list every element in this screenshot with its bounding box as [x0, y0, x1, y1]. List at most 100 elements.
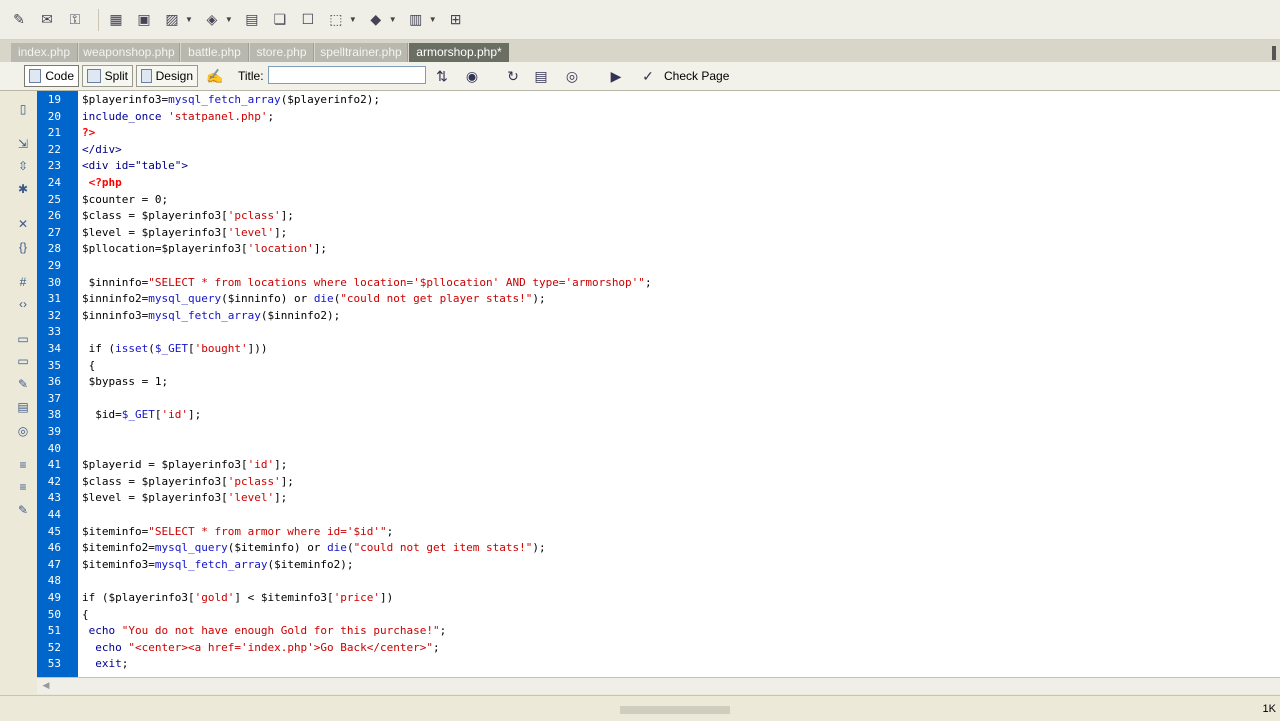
horizontal-scrollbar[interactable]: ◀	[37, 677, 1280, 694]
frame-icon[interactable]: ▣	[133, 9, 155, 31]
code-line: if ($playerinfo3['gold'] < $iteminfo3['p…	[82, 591, 394, 604]
code-editor[interactable]: $playerinfo3=mysql_fetch_array($playerin…	[78, 91, 1280, 677]
collapse-icon[interactable]: ⇲	[14, 136, 32, 152]
widget-icon[interactable]: ◈	[201, 9, 223, 31]
line-number: 22	[47, 142, 61, 156]
code-line: {	[82, 607, 89, 621]
wrap-icon[interactable]: ✕	[14, 216, 32, 232]
validate-icon[interactable]: ▶	[606, 66, 626, 86]
tag-icon[interactable]: ◆	[365, 9, 387, 31]
check-page-button[interactable]: Check Page	[664, 69, 729, 83]
cursor-icon[interactable]: ⬚	[325, 9, 347, 31]
page-icon[interactable]: ▥	[405, 9, 427, 31]
chevron-down-icon[interactable]: ▼	[225, 15, 233, 24]
line-number: 41	[47, 458, 61, 472]
globe-icon[interactable]: ◉	[462, 66, 482, 86]
chevron-down-icon[interactable]: ▼	[349, 15, 357, 24]
code-line: $pllocation=$playerinfo3['location'];	[82, 242, 328, 256]
code-line: </div>	[82, 142, 122, 156]
lock-icon[interactable]: ⚿	[64, 9, 86, 31]
split-icon	[87, 69, 101, 83]
tag-selector	[620, 706, 730, 714]
snippet-icon[interactable]: ▤	[14, 399, 32, 415]
line-number: 24	[47, 176, 61, 189]
calendar-icon[interactable]: ▤	[241, 9, 263, 31]
export-icon[interactable]: ⊞	[445, 9, 467, 31]
split-view-label: Split	[104, 69, 128, 83]
restore-icon[interactable]	[1272, 46, 1276, 60]
code-line: echo "You do not have enough Gold for th…	[88, 624, 447, 638]
pencil-icon[interactable]: ✎	[8, 9, 30, 31]
code-line: <?php	[88, 176, 122, 189]
tab-battle[interactable]: battle.php	[181, 43, 249, 62]
code-line: $iteminfo3=mysql_fetch_array($iteminfo2)…	[82, 557, 354, 571]
code-line: {	[82, 358, 96, 372]
line-number: 32	[47, 308, 61, 322]
line-number: 19	[47, 93, 61, 106]
code-line: if (isset($_GET['bought']))	[82, 342, 268, 355]
line-number: 35	[47, 358, 61, 372]
expand-icon[interactable]: ⇳	[14, 158, 32, 174]
line-number: 26	[47, 209, 61, 223]
line-number: 23	[47, 159, 61, 173]
design-icon	[141, 69, 152, 83]
line-number: 21	[47, 126, 61, 140]
chevron-down-icon[interactable]: ▼	[389, 15, 397, 24]
wrap-tag-icon[interactable]: ✎	[14, 376, 32, 392]
line-number: 45	[47, 524, 61, 538]
chat-icon[interactable]: ☐	[297, 9, 319, 31]
line-number: 39	[47, 425, 61, 438]
tab-spelltrainer[interactable]: spelltrainer.php	[315, 43, 408, 62]
check-page-icon[interactable]: ✓	[638, 66, 658, 86]
comment-icon[interactable]: ▭	[14, 331, 32, 347]
code-line: $inninfo3=mysql_fetch_array($inninfo2);	[82, 308, 341, 322]
main-toolbar: ✎ ✉ ⚿ ▦ ▣ ▨ ▼ ◈ ▼ ▤ ❏ ☐ ⬚ ▼ ◆ ▼ ▥ ▼ ⊞	[0, 0, 1280, 40]
file-icon[interactable]: ▯	[14, 101, 32, 117]
tab-store[interactable]: store.php	[250, 43, 314, 62]
table-icon[interactable]: ▦	[105, 9, 127, 31]
line-number: 51	[47, 624, 61, 638]
code-line: $iteminfo="SELECT * from armor where id=…	[82, 524, 394, 538]
uncomment-icon[interactable]: ▭	[14, 353, 32, 369]
scroll-left-icon[interactable]: ◀	[39, 679, 53, 692]
line-number: 48	[47, 574, 61, 588]
line-number: 38	[47, 408, 61, 422]
line-number: 29	[47, 259, 61, 272]
line-number: 25	[47, 192, 61, 206]
line-number: 47	[47, 557, 61, 571]
transfer-icon[interactable]: ⇅	[432, 66, 452, 86]
tab-armorshop[interactable]: armorshop.php*	[409, 43, 509, 62]
line-number: 27	[47, 225, 61, 239]
chevron-down-icon[interactable]: ▼	[429, 15, 437, 24]
code-line: $counter = 0;	[82, 192, 169, 206]
tab-weaponshop[interactable]: weaponshop.php	[79, 43, 180, 62]
live-view-icon[interactable]: ✍	[205, 66, 225, 86]
visual-aids-icon[interactable]: ◎	[562, 66, 582, 86]
code-view-label: Code	[45, 69, 74, 83]
brace-icon[interactable]: {}	[14, 239, 32, 255]
design-view-button[interactable]: Design	[136, 65, 198, 87]
split-view-button[interactable]: Split	[82, 65, 133, 87]
title-input[interactable]	[268, 66, 426, 84]
refresh-icon[interactable]: ↻	[503, 66, 523, 86]
line-number: 42	[47, 474, 61, 488]
mail-icon[interactable]: ✉	[36, 9, 58, 31]
template-icon[interactable]: ❏	[269, 9, 291, 31]
highlight-icon[interactable]: #	[14, 274, 32, 290]
image-icon[interactable]: ▨	[161, 9, 183, 31]
indent-icon[interactable]: ≡	[14, 457, 32, 473]
view-options-icon[interactable]: ▤	[531, 66, 551, 86]
format-icon[interactable]: ✎	[14, 502, 32, 518]
outdent-icon[interactable]: ≡	[14, 479, 32, 495]
select-icon[interactable]: ✱	[14, 181, 32, 197]
code-icon[interactable]: ‹›	[14, 296, 32, 312]
code-line: exit;	[95, 657, 129, 671]
code-view-button[interactable]: Code	[24, 65, 79, 87]
line-number: 52	[47, 640, 61, 654]
search-icon[interactable]: ◎	[14, 423, 32, 439]
code-line: $playerid = $playerinfo3['id'];	[82, 458, 288, 472]
document-toolbar: Code Split Design ✍ Title: ⇅ ◉ ↻ ▤ ◎ ▶ ✓…	[0, 62, 1280, 91]
tab-index[interactable]: index.php	[11, 43, 78, 62]
chevron-down-icon[interactable]: ▼	[185, 15, 193, 24]
code-line: $level = $playerinfo3['level'];	[82, 491, 288, 505]
